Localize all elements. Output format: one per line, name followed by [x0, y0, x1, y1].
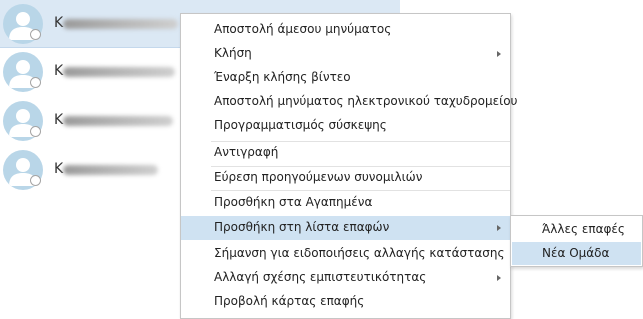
blurred-name [63, 116, 173, 126]
contact-name: K [54, 63, 64, 79]
contact-name: K [54, 15, 64, 31]
menu-item-add-to-contact-list[interactable]: Προσθήκη στη λίστα επαφών [181, 216, 510, 240]
menu-item-send-im[interactable]: Αποστολή άμεσου μηνύματος [181, 18, 510, 42]
menu-item-change-privacy-relationship[interactable]: Αλλαγή σχέσης εμπιστευτικότητας [181, 266, 510, 290]
presence-status-icon [30, 77, 41, 88]
menu-item-label: Αποστολή μηνύματος ηλεκτρονικού ταχυδρομ… [214, 94, 518, 108]
menu-item-label: Προβολή κάρτας επαφής [214, 294, 365, 308]
submenu-item-label: Άλλες επαφές [542, 222, 625, 236]
chevron-right-icon [497, 275, 501, 281]
menu-item-label: Έναρξη κλήσης βίντεο [214, 70, 351, 84]
menu-item-tag-status-alerts[interactable]: Σήμανση για ειδοποιήσεις αλλαγής κατάστα… [181, 242, 510, 266]
menu-item-label: Κλήση [214, 46, 252, 60]
blurred-name [63, 19, 178, 29]
menu-item-label: Προγραμματισμός σύσκεψης [214, 118, 387, 132]
menu-item-label: Σήμανση για ειδοποιήσεις αλλαγής κατάστα… [214, 246, 505, 260]
presence-status-icon [30, 126, 41, 137]
context-menu: Αποστολή άμεσου μηνύματος Κλήση Έναρξη κ… [180, 13, 518, 319]
chevron-right-icon [497, 51, 501, 57]
menu-item-call[interactable]: Κλήση [181, 42, 510, 66]
chevron-right-icon [497, 225, 501, 231]
presence-status-icon [30, 29, 41, 40]
submenu-item-new-group[interactable]: Νέα Ομάδα [512, 242, 641, 265]
menu-item-label: Προσθήκη στη λίστα επαφών [214, 220, 390, 234]
contact-name: K [54, 112, 64, 128]
menu-item-label: Αλλαγή σχέσης εμπιστευτικότητας [214, 270, 427, 284]
menu-item-add-to-favorites[interactable]: Προσθήκη στα Αγαπημένα [181, 191, 510, 215]
menu-item-label: Εύρεση προηγούμενων συνομιλιών [214, 170, 423, 184]
menu-item-label: Αντιγραφή [214, 145, 279, 159]
blurred-name [63, 67, 175, 77]
submenu-item-label: Νέα Ομάδα [542, 246, 610, 260]
menu-item-schedule-meeting[interactable]: Προγραμματισμός σύσκεψης [181, 114, 510, 138]
menu-item-find-previous-conversations[interactable]: Εύρεση προηγούμενων συνομιλιών [181, 166, 510, 190]
contact-name: K [54, 161, 64, 177]
menu-item-label: Αποστολή άμεσου μηνύματος [214, 22, 392, 36]
add-to-contact-list-submenu: Άλλες επαφές Νέα Ομάδα [510, 215, 643, 267]
menu-item-see-contact-card[interactable]: Προβολή κάρτας επαφής [181, 290, 510, 314]
blurred-name [63, 165, 158, 175]
menu-item-start-video-call[interactable]: Έναρξη κλήσης βίντεο [181, 66, 510, 90]
menu-item-label: Προσθήκη στα Αγαπημένα [214, 195, 373, 209]
presence-status-icon [30, 175, 41, 186]
menu-item-copy[interactable]: Αντιγραφή [181, 141, 510, 165]
menu-item-send-email[interactable]: Αποστολή μηνύματος ηλεκτρονικού ταχυδρομ… [181, 90, 518, 114]
submenu-item-other-contacts[interactable]: Άλλες επαφές [512, 218, 641, 241]
